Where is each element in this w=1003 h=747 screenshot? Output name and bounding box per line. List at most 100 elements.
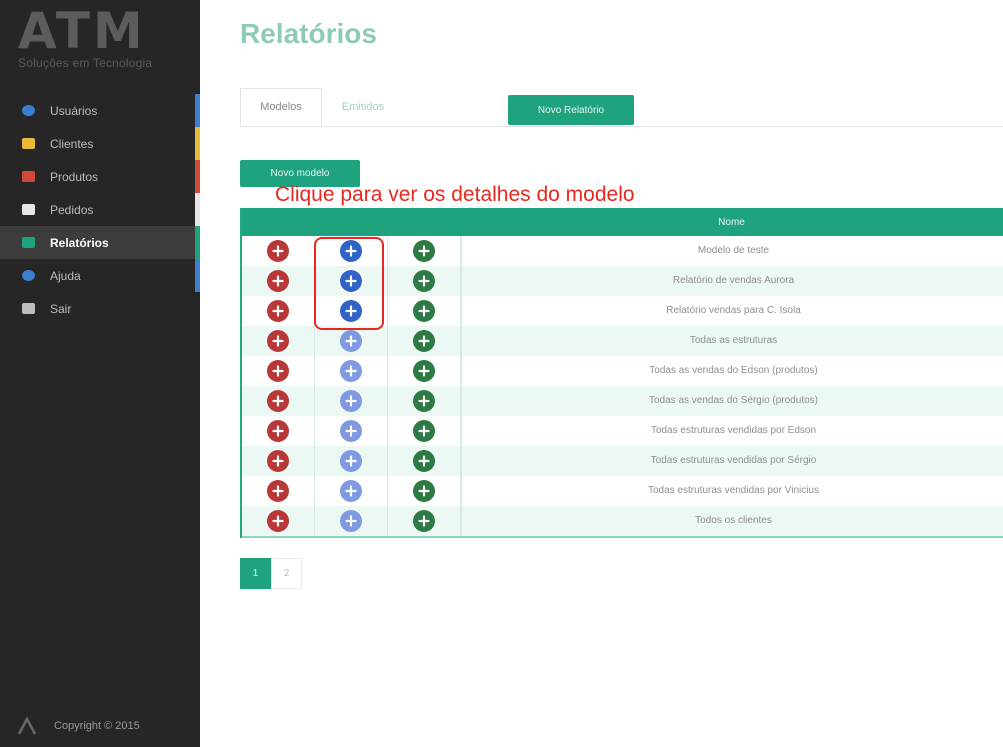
details-icon[interactable] — [340, 480, 362, 502]
delete-cell — [242, 296, 315, 326]
model-name[interactable]: Modelo de teste — [461, 236, 1003, 266]
annotation-text: Clique para ver os detalhes do modelo — [275, 183, 635, 206]
add-icon[interactable] — [413, 360, 435, 382]
model-name[interactable]: Todas as vendas do Edson (produtos) — [461, 356, 1003, 386]
details-icon[interactable] — [340, 420, 362, 442]
model-name[interactable]: Todos os clientes — [461, 506, 1003, 536]
details-icon[interactable] — [340, 450, 362, 472]
box-icon — [22, 171, 35, 182]
delete-cell — [242, 356, 315, 386]
add-icon[interactable] — [413, 240, 435, 262]
add-cell — [388, 356, 461, 386]
sidebar: ATM Soluções em Tecnologia Usuários Clien… — [0, 0, 200, 747]
page-1-button[interactable]: 1 — [240, 558, 271, 589]
table-row: Todos os clientes — [242, 506, 1003, 538]
add-cell — [388, 416, 461, 446]
details-icon[interactable] — [340, 390, 362, 412]
sidebar-item-label: Ajuda — [50, 268, 81, 283]
delete-cell — [242, 476, 315, 506]
details-cell — [315, 326, 388, 356]
column-header-name: Nome — [718, 216, 745, 228]
add-icon[interactable] — [413, 390, 435, 412]
add-icon[interactable] — [413, 450, 435, 472]
sidebar-item-marker — [195, 193, 200, 226]
delete-icon[interactable] — [267, 390, 289, 412]
delete-icon[interactable] — [267, 450, 289, 472]
delete-icon[interactable] — [267, 240, 289, 262]
delete-icon[interactable] — [267, 300, 289, 322]
sidebar-item-5[interactable]: Relatórios — [0, 226, 200, 259]
add-cell — [388, 296, 461, 326]
delete-icon[interactable] — [267, 360, 289, 382]
delete-cell — [242, 266, 315, 296]
details-cell — [315, 416, 388, 446]
add-icon[interactable] — [413, 480, 435, 502]
sidebar-item-label: Relatórios — [50, 235, 109, 250]
model-name[interactable]: Todas estruturas vendidas por Vinicius — [461, 476, 1003, 506]
model-name[interactable]: Relatório vendas para C. Isola — [461, 296, 1003, 326]
tabs-divider — [240, 126, 1003, 127]
logo: ATM Soluções em Tecnologia — [18, 6, 152, 70]
add-cell — [388, 506, 461, 536]
table-row: Todas estruturas vendidas por Vinicius — [242, 476, 1003, 506]
details-icon[interactable] — [340, 360, 362, 382]
model-name[interactable]: Todas as estruturas — [461, 326, 1003, 356]
add-cell — [388, 446, 461, 476]
table-row: Todas as estruturas — [242, 326, 1003, 356]
logo-tagline: Soluções em Tecnologia — [18, 56, 153, 70]
add-icon[interactable] — [413, 270, 435, 292]
sidebar-nav: Usuários Clientes Produtos Pedidos Relatório… — [0, 94, 200, 325]
delete-icon[interactable] — [267, 510, 289, 532]
sidebar-item-label: Usuários — [50, 103, 98, 118]
model-name[interactable]: Todas estruturas vendidas por Sérgio — [461, 446, 1003, 476]
add-icon[interactable] — [413, 330, 435, 352]
delete-cell — [242, 446, 315, 476]
sidebar-item-7[interactable]: Sair — [0, 292, 200, 325]
chart-icon — [22, 237, 35, 248]
new-report-button[interactable]: Novo Relatório — [508, 95, 634, 125]
delete-cell — [242, 236, 315, 266]
sidebar-item-3[interactable]: Produtos — [0, 160, 200, 193]
table-row: Todas as vendas do Sérgio (produtos) — [242, 386, 1003, 416]
delete-icon[interactable] — [267, 420, 289, 442]
sidebar-item-label: Clientes — [50, 136, 94, 151]
page-2-button[interactable]: 2 — [271, 558, 302, 589]
annotation-highlight — [314, 237, 384, 330]
sidebar-item-2[interactable]: Clientes — [0, 127, 200, 160]
table-row: Todas as vendas do Edson (produtos) — [242, 356, 1003, 386]
details-icon[interactable] — [340, 510, 362, 532]
sidebar-footer: Copyright © 2015 — [16, 715, 140, 737]
model-name[interactable]: Todas estruturas vendidas por Edson — [461, 416, 1003, 446]
page-title: Relatórios — [240, 18, 377, 49]
delete-cell — [242, 416, 315, 446]
sidebar-item-6[interactable]: Ajuda — [0, 259, 200, 292]
user-icon — [22, 105, 35, 116]
delete-icon[interactable] — [267, 480, 289, 502]
add-cell — [388, 266, 461, 296]
tab-emitidos[interactable]: Emitidos — [323, 88, 403, 126]
details-icon[interactable] — [340, 330, 362, 352]
add-cell — [388, 386, 461, 416]
tab-modelos[interactable]: Modelos — [240, 88, 322, 126]
model-name[interactable]: Todas as vendas do Sérgio (produtos) — [461, 386, 1003, 416]
delete-cell — [242, 386, 315, 416]
sidebar-item-1[interactable]: Usuários — [0, 94, 200, 127]
delete-icon[interactable] — [267, 270, 289, 292]
details-cell — [315, 476, 388, 506]
sidebar-item-marker — [195, 226, 200, 259]
details-cell — [315, 356, 388, 386]
table-row: Todas estruturas vendidas por Edson — [242, 416, 1003, 446]
sidebar-item-label: Sair — [50, 301, 72, 316]
sidebar-item-label: Produtos — [50, 169, 99, 184]
add-icon[interactable] — [413, 300, 435, 322]
logo-mark-icon — [17, 716, 37, 735]
pagination: 12 — [240, 558, 302, 589]
add-icon[interactable] — [413, 510, 435, 532]
delete-icon[interactable] — [267, 330, 289, 352]
table-header: Nome — [242, 208, 1003, 236]
add-icon[interactable] — [413, 420, 435, 442]
document-icon — [22, 204, 35, 215]
add-cell — [388, 326, 461, 356]
sidebar-item-4[interactable]: Pedidos — [0, 193, 200, 226]
model-name[interactable]: Relatório de vendas Aurora — [461, 266, 1003, 296]
